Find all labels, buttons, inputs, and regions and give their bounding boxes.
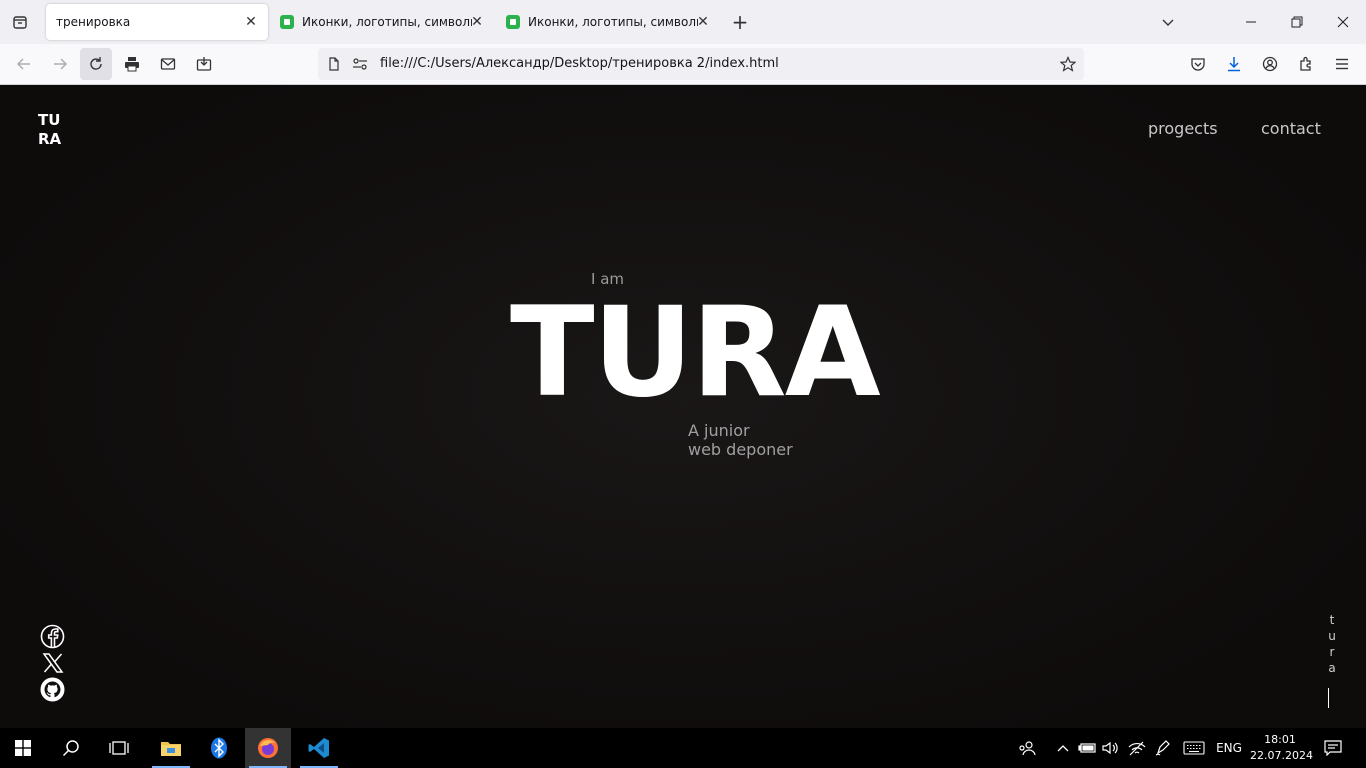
site-logo[interactable]: TU RA: [38, 111, 61, 149]
minimize-icon[interactable]: [1228, 0, 1274, 44]
search-icon[interactable]: [48, 728, 94, 768]
email-icon[interactable]: [152, 48, 184, 80]
favicon-icon: [280, 15, 294, 29]
url-text: file:///C:/Users/Александр/Desktop/трени…: [380, 56, 779, 71]
downloads-icon[interactable]: [1218, 48, 1250, 80]
close-window-icon[interactable]: [1320, 0, 1366, 44]
print-icon[interactable]: [116, 48, 148, 80]
nav-link-projects[interactable]: progects: [1148, 119, 1218, 138]
menu-icon[interactable]: [1326, 48, 1358, 80]
pocket-icon[interactable]: [1182, 48, 1214, 80]
tab[interactable]: Иконки, логотипы, символы | ✕: [498, 4, 720, 40]
tab-title: Иконки, логотипы, символы |: [302, 15, 472, 29]
extensions-icon[interactable]: [1290, 48, 1322, 80]
tab-overview-icon[interactable]: [8, 10, 32, 34]
firefox-icon[interactable]: [245, 728, 291, 768]
scroll-line: [1328, 688, 1329, 708]
volume-icon[interactable]: [1100, 728, 1122, 768]
file-explorer-icon[interactable]: [148, 728, 194, 768]
hero-subtitle-line: A junior: [688, 421, 750, 440]
hero-subtitle: A junior web deponer: [688, 421, 793, 459]
reload-icon[interactable]: [80, 48, 112, 80]
new-tab-icon[interactable]: +: [728, 10, 752, 34]
vertical-letter: r: [1329, 645, 1335, 659]
url-bar[interactable]: file:///C:/Users/Александр/Desktop/трени…: [318, 48, 1084, 80]
task-view-icon[interactable]: [96, 728, 142, 768]
forward-icon[interactable]: [44, 48, 76, 80]
tab-strip: тренировка ✕ Иконки, логотипы, символы |…: [0, 0, 1366, 44]
screenshot-icon[interactable]: [188, 48, 220, 80]
permissions-icon[interactable]: [350, 54, 370, 74]
vscode-icon[interactable]: [296, 728, 342, 768]
clock[interactable]: 18:01 22.07.2024: [1250, 732, 1313, 764]
page-icon: [324, 54, 344, 74]
notifications-icon[interactable]: [1318, 728, 1348, 768]
close-tab-icon[interactable]: ✕: [242, 13, 260, 31]
logo-line: RA: [38, 130, 62, 148]
web-page: TU RA progects contact I am TURA A junio…: [0, 85, 1366, 728]
nav-toolbar: file:///C:/Users/Александр/Desktop/трени…: [0, 44, 1366, 85]
hero-title: TURA: [510, 281, 881, 425]
chevron-down-icon[interactable]: [1156, 10, 1180, 34]
network-icon[interactable]: [1126, 728, 1148, 768]
close-tab-icon[interactable]: ✕: [468, 13, 486, 31]
keyboard-icon[interactable]: [1180, 728, 1208, 768]
battery-icon[interactable]: [1076, 728, 1098, 768]
back-icon[interactable]: [8, 48, 40, 80]
github-icon[interactable]: [40, 677, 65, 702]
pen-icon[interactable]: [1152, 728, 1174, 768]
restore-icon[interactable]: [1274, 0, 1320, 44]
favicon-icon: [506, 15, 520, 29]
people-icon[interactable]: [1014, 728, 1040, 768]
taskbar: ENG 18:01 22.07.2024: [0, 728, 1366, 768]
bookmark-star-icon[interactable]: [1058, 54, 1078, 74]
tab-title: тренировка: [56, 15, 131, 29]
x-icon[interactable]: [40, 650, 65, 675]
chevron-up-icon[interactable]: [1052, 728, 1074, 768]
language-indicator[interactable]: ENG: [1212, 728, 1246, 768]
tab[interactable]: Иконки, логотипы, символы | ✕: [272, 4, 494, 40]
clock-date: 22.07.2024: [1250, 749, 1313, 762]
vertical-letter: a: [1328, 661, 1336, 675]
bluetooth-icon[interactable]: [196, 728, 242, 768]
windows-start-icon[interactable]: [0, 728, 46, 768]
clock-time: 18:01: [1264, 733, 1296, 746]
vertical-letter: t: [1329, 613, 1335, 627]
hero-subtitle-line: web deponer: [688, 440, 793, 459]
logo-line: TU: [38, 111, 61, 129]
account-icon[interactable]: [1254, 48, 1286, 80]
vertical-brand-text: t u r a: [1326, 612, 1338, 676]
tab-active[interactable]: тренировка ✕: [46, 4, 268, 40]
facebook-icon[interactable]: [40, 624, 65, 649]
close-tab-icon[interactable]: ✕: [694, 13, 712, 31]
tab-title: Иконки, логотипы, символы |: [528, 15, 698, 29]
vertical-letter: u: [1328, 629, 1336, 643]
nav-link-contact[interactable]: contact: [1261, 119, 1321, 138]
